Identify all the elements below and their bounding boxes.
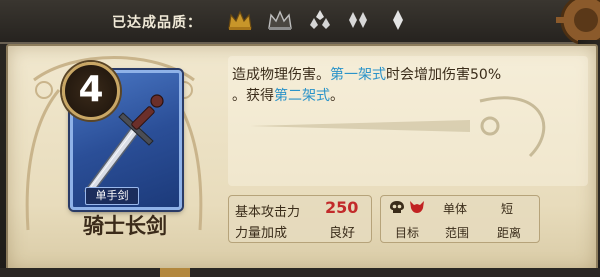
single-diamond-icon[interactable] xyxy=(384,8,412,32)
skill-description: 造成物理伤害。第一架式时会增加伤害50% 。获得第二架式。 xyxy=(232,65,532,107)
quality-label: 已达成品质： xyxy=(112,15,202,31)
range-value: 短 xyxy=(501,202,514,216)
gold-crown-icon[interactable] xyxy=(226,8,254,32)
stats-box: 基本攻击力 250 力量加成 良好 xyxy=(228,195,372,243)
weapon-info-window: 已达成品质： 单手剑 4 骑士长剑 造成物理伤害。第一架式时会增加伤害50% 。… xyxy=(0,0,600,277)
bottom-ornament xyxy=(160,268,190,277)
weapon-type-tag: 单手剑 xyxy=(85,187,139,205)
weapon-name: 骑士长剑 xyxy=(83,214,167,238)
range-label: 范围 xyxy=(445,226,470,240)
demon-head-icon xyxy=(409,200,425,217)
level-badge: 4 xyxy=(62,62,120,120)
attack-value: 250 xyxy=(325,198,359,217)
desc-text-1: 造成物理伤害。 xyxy=(232,67,330,83)
skull-icon xyxy=(389,200,405,217)
target-value: 单体 xyxy=(443,202,468,216)
stance-one-link[interactable]: 第一架式 xyxy=(330,67,386,83)
triple-diamond-icon[interactable] xyxy=(306,8,334,32)
attack-tags-box: 单体 短 目标 范围 距离 xyxy=(380,195,540,243)
attack-label: 基本攻击力 xyxy=(235,205,301,220)
strength-value: 良好 xyxy=(329,226,356,241)
strength-label: 力量加成 xyxy=(235,226,288,241)
silver-crown-icon[interactable] xyxy=(266,8,294,32)
target-label: 目标 xyxy=(395,226,420,240)
quality-bar: 已达成品质： xyxy=(0,0,600,44)
window-bottom-bar xyxy=(0,268,600,277)
stance-two-link[interactable]: 第二架式 xyxy=(274,88,330,104)
double-diamond-icon[interactable] xyxy=(344,8,372,32)
desc-text-2: 时会增加伤害50% xyxy=(386,67,502,83)
desc-text-4: 。 xyxy=(330,88,344,104)
desc-text-3: 。获得 xyxy=(232,88,274,104)
distance-label: 距离 xyxy=(497,226,522,240)
